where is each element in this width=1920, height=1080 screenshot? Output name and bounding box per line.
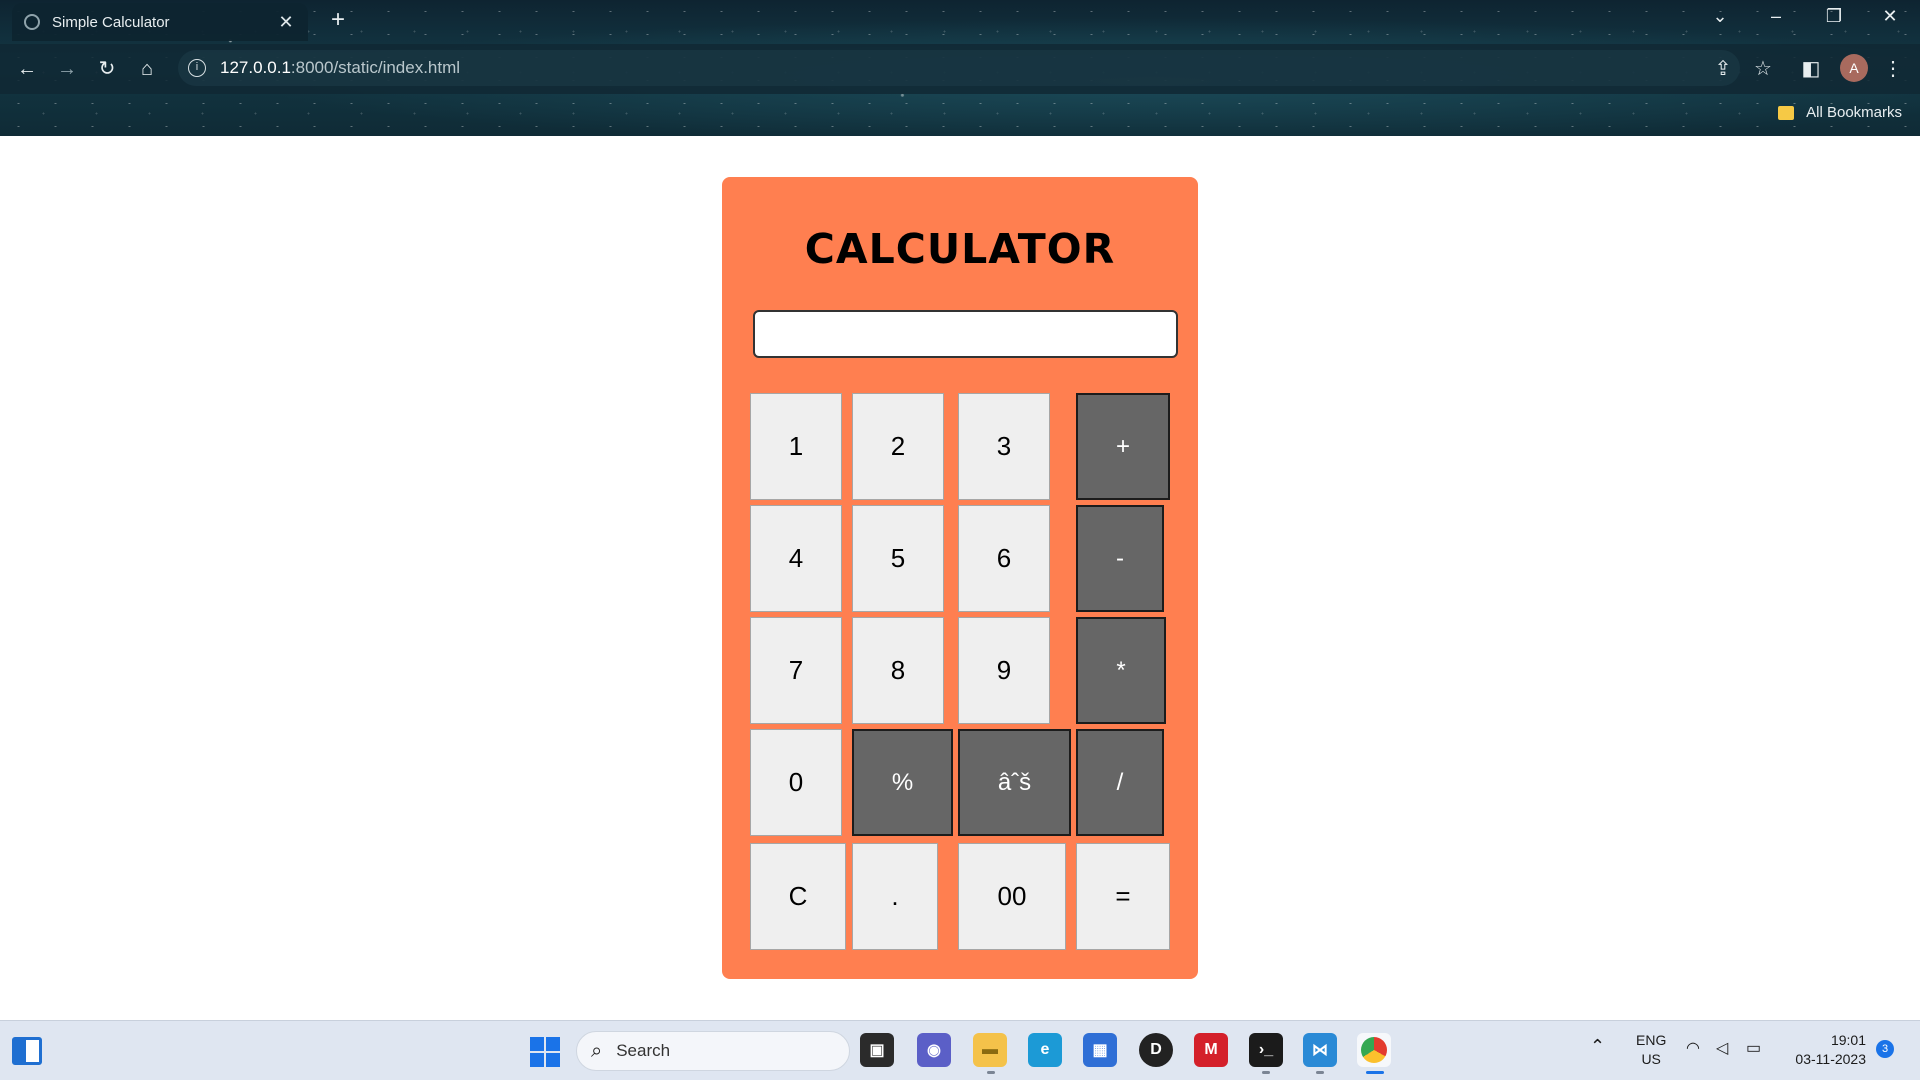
taskbar-search-placeholder: Search	[616, 1041, 671, 1060]
bookmarks-bar: All Bookmarks	[0, 96, 1920, 136]
taskbar: ⌕ Search ▣ ◉ ▬ e ▦ D M ›_ ⋈ ⌃ ENG US ◠ ◁…	[0, 1020, 1920, 1080]
key-decimal[interactable]: .	[852, 843, 938, 950]
key-9[interactable]: 9	[958, 617, 1050, 724]
key-4[interactable]: 4	[750, 505, 842, 612]
file-explorer-indicator	[987, 1071, 995, 1074]
forward-button[interactable]: →	[52, 54, 82, 84]
widgets-icon[interactable]	[12, 1037, 42, 1065]
chrome-indicator	[1366, 1071, 1384, 1074]
new-tab-button[interactable]: +	[326, 6, 350, 34]
vscode-indicator	[1316, 1071, 1324, 1074]
home-button[interactable]: ⌂	[132, 54, 162, 84]
all-bookmarks-label: All Bookmarks	[1806, 104, 1902, 121]
file-explorer-icon[interactable]: ▬	[973, 1033, 1007, 1067]
back-button[interactable]: ←	[12, 54, 42, 84]
calculator-title: CALCULATOR	[804, 225, 1116, 273]
show-hidden-icons-chevron-icon[interactable]: ⌃	[1590, 1037, 1605, 1056]
terminal-indicator	[1262, 1071, 1270, 1074]
language-line1: ENG	[1636, 1032, 1667, 1048]
key-sqrt[interactable]: âˆš	[958, 729, 1071, 836]
tab-title: Simple Calculator	[52, 13, 170, 31]
bookmark-star-icon[interactable]: ☆	[1750, 56, 1776, 81]
profile-avatar[interactable]: A	[1840, 54, 1868, 82]
folder-icon	[1778, 105, 1795, 120]
key-6[interactable]: 6	[958, 505, 1050, 612]
language-line2: US	[1641, 1051, 1661, 1067]
restore-button[interactable]: ❐	[1814, 6, 1854, 27]
vscode-icon[interactable]: ⋈	[1303, 1033, 1337, 1067]
search-icon: ⌕	[591, 1039, 603, 1062]
start-button[interactable]	[530, 1037, 560, 1067]
calculator-panel: CALCULATOR 1 2 3 + 4 5 6 - 7 8 9 * 0 % â…	[722, 177, 1198, 979]
key-3[interactable]: 3	[958, 393, 1050, 500]
wifi-icon[interactable]: ◠	[1686, 1039, 1700, 1058]
terminal-icon[interactable]: ›_	[1249, 1033, 1283, 1067]
volume-icon[interactable]: ◁	[1716, 1039, 1728, 1058]
share-icon[interactable]: ⇪	[1710, 56, 1736, 81]
clock-time: 19:01	[1830, 1032, 1866, 1048]
key-2[interactable]: 2	[852, 393, 944, 500]
edge-icon[interactable]: e	[1028, 1033, 1062, 1067]
key-double-zero[interactable]: 00	[958, 843, 1066, 950]
clock[interactable]: 19:01 03-11-2023	[1786, 1031, 1866, 1069]
key-7[interactable]: 7	[750, 617, 842, 724]
tab-search-chevron-icon[interactable]: ⌄	[1700, 6, 1740, 27]
address-bar[interactable]: i 127.0.0.1:8000/static/index.html	[178, 50, 1740, 86]
calculator-display[interactable]	[753, 310, 1178, 358]
notification-badge[interactable]: 3	[1876, 1040, 1894, 1058]
globe-icon	[24, 14, 40, 30]
dell-icon[interactable]: D	[1139, 1033, 1173, 1067]
key-clear[interactable]: C	[750, 843, 846, 950]
minimize-button[interactable]: –	[1756, 6, 1796, 27]
url-host: 127.0.0.1	[220, 58, 291, 77]
key-percent[interactable]: %	[852, 729, 953, 836]
side-panel-icon[interactable]: ◧	[1798, 56, 1824, 81]
chat-icon[interactable]: ◉	[917, 1033, 951, 1067]
key-equals[interactable]: =	[1076, 843, 1170, 950]
key-5[interactable]: 5	[852, 505, 944, 612]
key-minus[interactable]: -	[1076, 505, 1164, 612]
tab-simple-calculator[interactable]: Simple Calculator ✕	[12, 3, 308, 41]
mcafee-icon[interactable]: M	[1194, 1033, 1228, 1067]
reload-button[interactable]: ↻	[92, 54, 122, 84]
chrome-logo	[1361, 1037, 1387, 1063]
store-icon[interactable]: ▦	[1083, 1033, 1117, 1067]
chrome-icon[interactable]	[1357, 1033, 1391, 1067]
close-tab-icon[interactable]: ✕	[276, 12, 296, 33]
language-indicator[interactable]: ENG US	[1636, 1031, 1666, 1069]
clock-date: 03-11-2023	[1795, 1051, 1866, 1067]
task-view-icon[interactable]: ▣	[860, 1033, 894, 1067]
close-window-button[interactable]: ✕	[1870, 6, 1910, 27]
menu-kebab-icon[interactable]: ⋮	[1880, 56, 1906, 81]
key-multiply[interactable]: *	[1076, 617, 1166, 724]
key-1[interactable]: 1	[750, 393, 842, 500]
browser-chrome: Simple Calculator ✕ + ⌄ – ❐ ✕ ← → ↻ ⌂ i …	[0, 0, 1920, 136]
key-0[interactable]: 0	[750, 729, 842, 836]
key-divide[interactable]: /	[1076, 729, 1164, 836]
site-info-icon[interactable]: i	[188, 59, 206, 77]
key-8[interactable]: 8	[852, 617, 944, 724]
browser-toolbar: ← → ↻ ⌂ i 127.0.0.1:8000/static/index.ht…	[0, 44, 1920, 94]
battery-icon[interactable]: ▭	[1746, 1039, 1761, 1058]
taskbar-search[interactable]: ⌕ Search	[576, 1031, 850, 1071]
url-path: :8000/static/index.html	[290, 58, 461, 77]
all-bookmarks-button[interactable]: All Bookmarks	[1778, 104, 1902, 121]
key-plus[interactable]: +	[1076, 393, 1170, 500]
